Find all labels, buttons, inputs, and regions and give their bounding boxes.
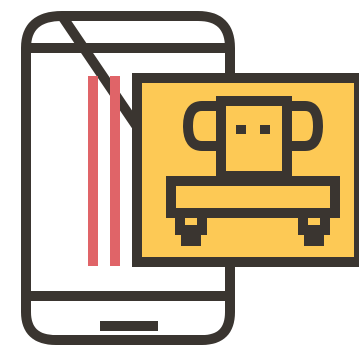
- accent-stripes-icon: [88, 76, 120, 266]
- stripe-left: [88, 76, 98, 266]
- home-button-icon: [100, 321, 158, 331]
- icon-canvas: [21, 11, 359, 345]
- robot-left-eye: [236, 125, 246, 134]
- mobile-robot-control-icon: [0, 0, 359, 354]
- stripe-right: [110, 76, 120, 266]
- robot-right-eye: [260, 125, 270, 134]
